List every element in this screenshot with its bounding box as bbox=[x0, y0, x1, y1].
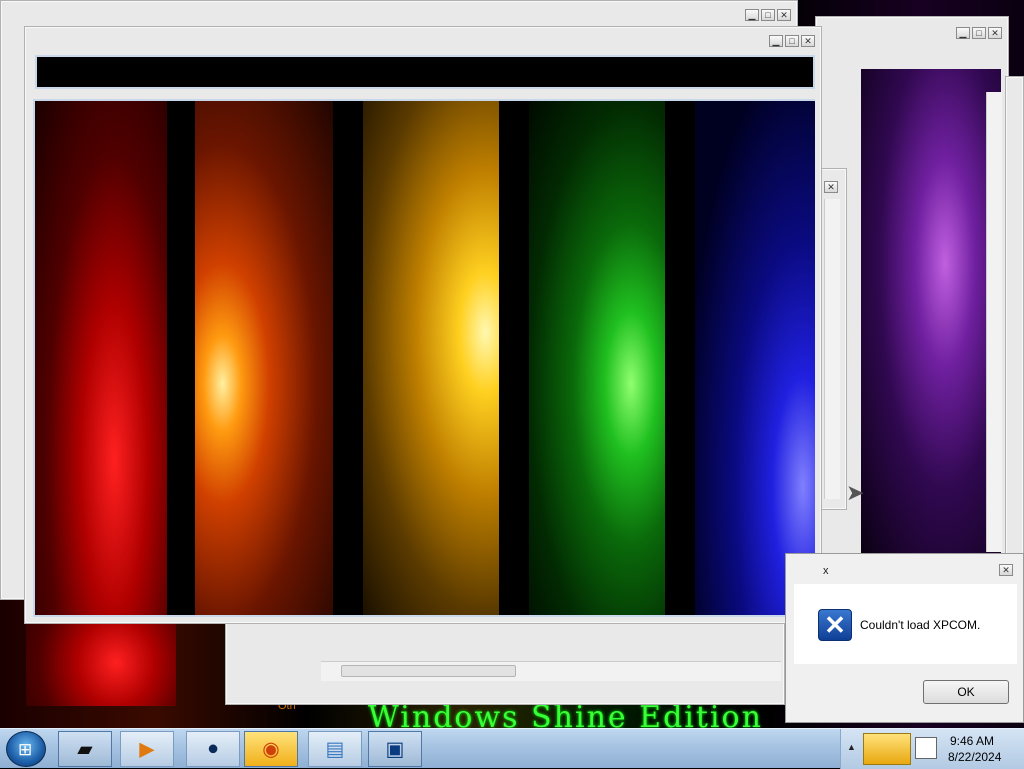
mouse-cursor-icon: ➤ bbox=[846, 480, 865, 505]
tray-expand-icon[interactable]: ▲ bbox=[847, 742, 856, 752]
content-area bbox=[33, 99, 815, 617]
clock-date[interactable]: 8/22/2024 bbox=[948, 750, 1001, 764]
minimize-button[interactable]: ▁ bbox=[956, 27, 970, 39]
taskbar: ⊞ ▰ ▶ ● ◉ ▤ ▣ ▲ 9:46 AM 8/22/2024 bbox=[0, 728, 1024, 769]
close-button[interactable]: ✕ bbox=[777, 9, 791, 21]
vertical-scrollbar[interactable] bbox=[986, 92, 1002, 552]
taskbar-item-firefox[interactable]: ◉ bbox=[244, 731, 298, 767]
close-button[interactable]: ✕ bbox=[801, 35, 815, 47]
window-front[interactable]: ▁ □ ✕ bbox=[24, 26, 822, 624]
wallpaper-panel-purple bbox=[861, 69, 1001, 554]
tray-network-icon[interactable] bbox=[915, 737, 937, 759]
wallpaper-panel-green bbox=[529, 101, 665, 615]
taskbar-item-notes[interactable]: ▤ bbox=[308, 731, 362, 767]
maximize-button[interactable]: □ bbox=[761, 9, 775, 21]
display-icon: ▣ bbox=[385, 738, 405, 761]
toolbar-strip bbox=[35, 55, 815, 89]
window-controls: ▁ □ ✕ bbox=[956, 27, 1002, 39]
maximize-button[interactable]: □ bbox=[785, 35, 799, 47]
folder-icon: ▰ bbox=[77, 738, 93, 761]
desktop: Otri Windows Shine Edition ▁ □ ✕ ▁ □ ✕ ✕ bbox=[0, 0, 1024, 728]
ok-button[interactable]: OK bbox=[923, 680, 1009, 704]
window-controls: ▁ □ ✕ bbox=[745, 9, 791, 21]
media-player-icon: ▶ bbox=[139, 738, 155, 761]
dialog-close-button[interactable]: ✕ bbox=[999, 564, 1013, 576]
clock-time[interactable]: 9:46 AM bbox=[950, 734, 994, 748]
window-edge-right[interactable] bbox=[1005, 76, 1024, 566]
minimize-button[interactable]: ▁ bbox=[745, 9, 759, 21]
notes-icon: ▤ bbox=[325, 738, 345, 761]
error-dialog[interactable]: x ✕ ✕ Couldn't load XPCOM. OK bbox=[785, 553, 1024, 723]
firefox-icon: ◉ bbox=[262, 738, 280, 761]
wallpaper-panel-yellow bbox=[363, 101, 499, 615]
dialog-message: Couldn't load XPCOM. bbox=[860, 618, 981, 632]
taskbar-item-media-player[interactable]: ▶ bbox=[120, 731, 174, 767]
close-button[interactable]: ✕ bbox=[824, 181, 838, 193]
horizontal-scrollbar[interactable] bbox=[321, 661, 781, 681]
window-controls: ▁ □ ✕ bbox=[769, 35, 815, 47]
minimize-button[interactable]: ▁ bbox=[769, 35, 783, 47]
taskbar-item-display[interactable]: ▣ bbox=[368, 731, 422, 767]
windows-logo-icon: ⊞ bbox=[18, 740, 33, 759]
taskbar-item-globe[interactable]: ● bbox=[186, 731, 240, 767]
wallpaper-panel-orange bbox=[195, 101, 333, 615]
wallpaper-panel-red bbox=[35, 101, 167, 615]
close-button[interactable]: ✕ bbox=[988, 27, 1002, 39]
vertical-scrollbar[interactable] bbox=[824, 199, 840, 499]
error-icon: ✕ bbox=[818, 609, 852, 641]
wallpaper-panel-blue bbox=[695, 101, 815, 615]
globe-icon: ● bbox=[206, 737, 220, 760]
maximize-button[interactable]: □ bbox=[972, 27, 986, 39]
scrollbar-thumb[interactable] bbox=[341, 665, 516, 677]
taskbar-item-folder[interactable]: ▰ bbox=[58, 731, 112, 767]
start-button[interactable]: ⊞ bbox=[6, 731, 46, 767]
tray-app-icon[interactable] bbox=[863, 733, 911, 765]
dialog-title: x bbox=[823, 565, 829, 577]
